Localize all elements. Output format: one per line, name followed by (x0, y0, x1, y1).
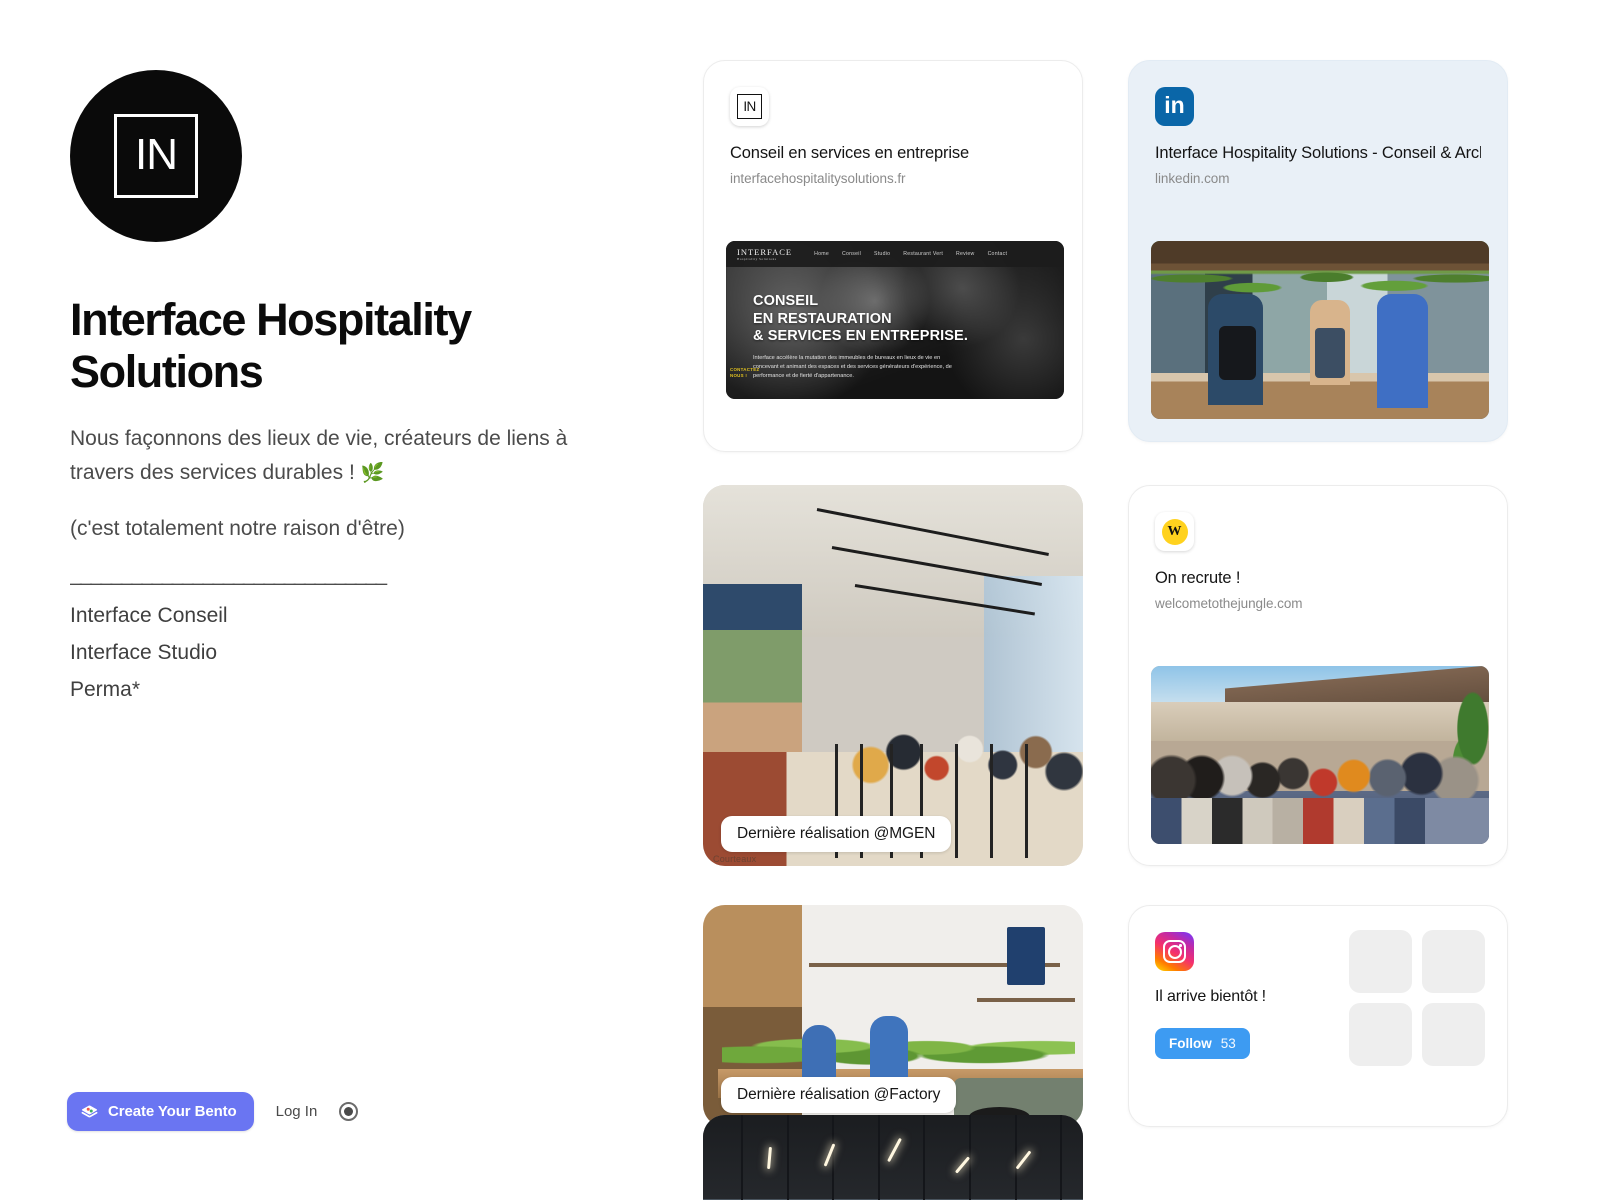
card-wttj-url: welcometothejungle.com (1155, 596, 1303, 612)
footer-bar: Create Your Bento Log In (67, 1092, 359, 1131)
card-website-url: interfacehospitalitysolutions.fr (730, 171, 906, 187)
card-linkedin-header: in Interface Hospitality Solutions - Con… (1129, 61, 1507, 186)
instagram-icon (1155, 932, 1194, 971)
website-nav-review: Review (956, 251, 975, 257)
profile-description-text: Nous façonnons des lieux de vie, créateu… (70, 427, 568, 484)
card-linkedin-image (1151, 241, 1489, 419)
page-title: Interface Hospitality Solutions (70, 294, 472, 398)
card-linkedin[interactable]: in Interface Hospitality Solutions - Con… (1128, 60, 1508, 442)
profile-link-perma[interactable]: Perma* (70, 671, 630, 708)
website-preview-brand-text: INTERFACE (737, 247, 793, 257)
card-linkedin-url: linkedin.com (1155, 171, 1230, 187)
card-instagram-left: Il arrive bientôt ! Follow 53 (1155, 932, 1266, 1059)
card-website-header: IN Conseil en services en entreprise int… (704, 61, 1082, 186)
card-factory-caption: Dernière réalisation @Factory (721, 1077, 957, 1113)
website-preview-nav-items: Home Conseil Studio Restaurant Vert Revi… (814, 251, 1007, 257)
profile-subtitle: (c'est totalement notre raison d'être) (70, 516, 405, 540)
mgen-cafeteria-photo (703, 485, 1083, 866)
website-headline-line-1: CONSEIL (753, 293, 819, 309)
coffee-counter-photo (1151, 241, 1489, 419)
bento-logo-icon (81, 1105, 98, 1118)
website-nav-contact: Contact (987, 251, 1008, 257)
website-preview-body: Interface accélère la mutation des immeu… (753, 355, 952, 380)
website-preview-headline: CONSEIL EN RESTAURATION & SERVICES EN EN… (753, 293, 968, 346)
avatar-initials: IN (135, 130, 178, 179)
instagram-thumbnail-grid (1349, 930, 1485, 1066)
card-mgen[interactable]: Courteaux Dernière réalisation @MGEN (703, 485, 1083, 866)
website-nav-restaurant-vert: Restaurant Vert (903, 251, 944, 257)
card-welcome-to-the-jungle[interactable]: W On recrute ! welcometothejungle.com (1128, 485, 1508, 866)
interface-monogram-icon: IN (114, 114, 198, 198)
website-headline-line-3: & SERVICES EN ENTREPRISE. (753, 328, 968, 345)
card-website[interactable]: IN Conseil en services en entreprise int… (703, 60, 1083, 452)
website-nav-conseil: Conseil (841, 251, 862, 257)
card-wttj-title: On recrute ! (1155, 569, 1241, 587)
profile-links: Interface Conseil Interface Studio Perma… (70, 597, 630, 709)
card-instagram[interactable]: Il arrive bientôt ! Follow 53 (1128, 905, 1508, 1127)
wttj-icon-text: W (1167, 523, 1182, 539)
card-wttj-image (1151, 666, 1489, 844)
card-website-title: Conseil en services en entreprise (730, 144, 970, 162)
create-your-bento-button[interactable]: Create Your Bento (67, 1092, 254, 1131)
card-wttj-header: W On recrute ! welcometothejungle.com (1129, 486, 1507, 611)
profile-panel: IN Interface Hospitality Solutions Nous … (70, 70, 630, 709)
website-preview-nav: INTERFACE Hospitality Solutions Home Con… (726, 241, 1064, 267)
website-nav-home: Home (814, 251, 829, 257)
bento-profile-page: IN Interface Hospitality Solutions Nous … (0, 0, 1600, 1200)
card-linkedin-title: Interface Hospitality Solutions - Consei… (1155, 144, 1481, 162)
profile-link-interface-studio[interactable]: Interface Studio (70, 634, 630, 671)
create-your-bento-label: Create Your Bento (108, 1103, 237, 1120)
log-in-link[interactable]: Log In (276, 1103, 318, 1120)
website-preview-contact: CONTACTEZ NOUS ! (730, 367, 759, 379)
website-contact-line-2: NOUS ! (730, 372, 748, 378)
team-group-photo (1151, 666, 1489, 844)
card-instagram-caption: Il arrive bientôt ! (1155, 988, 1266, 1005)
website-nav-studio: Studio (874, 251, 891, 257)
profile-link-interface-conseil[interactable]: Interface Conseil (70, 597, 630, 634)
divider: _______________________________ (70, 563, 387, 587)
instagram-follow-count: 53 (1220, 1036, 1236, 1051)
profile-description: Nous façonnons des lieux de vie, créateu… (70, 422, 570, 489)
card-website-favicon-text: IN (743, 98, 756, 114)
website-preview-brand: INTERFACE Hospitality Solutions (737, 247, 792, 261)
instagram-thumbnail[interactable] (1349, 1003, 1412, 1066)
instagram-thumbnail[interactable] (1422, 930, 1485, 993)
instagram-thumbnail[interactable] (1349, 930, 1412, 993)
avatar: IN (70, 70, 242, 242)
welcome-to-the-jungle-icon: W (1155, 512, 1194, 551)
theme-toggle-icon[interactable] (339, 1102, 359, 1121)
card-factory[interactable]: Dernière réalisation @Factory (703, 905, 1083, 1127)
mgen-photo-watermark: Courteaux (713, 854, 757, 864)
instagram-follow-label: Follow (1169, 1036, 1212, 1051)
dark-glass-facade-photo (703, 1115, 1083, 1200)
interface-monogram-icon: IN (730, 87, 769, 126)
linkedin-icon: in (1155, 87, 1194, 126)
instagram-follow-button[interactable]: Follow 53 (1155, 1028, 1250, 1059)
card-mgen-caption: Dernière réalisation @MGEN (721, 816, 952, 852)
leaf-icon: 🌿 (360, 462, 385, 484)
linkedin-icon-text: in (1164, 92, 1185, 118)
website-preview-brand-sub: Hospitality Solutions (737, 257, 777, 261)
instagram-thumbnail[interactable] (1422, 1003, 1485, 1066)
website-headline-line-2: EN RESTAURATION (753, 310, 892, 327)
card-dark-facade[interactable] (703, 1115, 1083, 1200)
card-website-preview: INTERFACE Hospitality Solutions Home Con… (726, 241, 1064, 399)
